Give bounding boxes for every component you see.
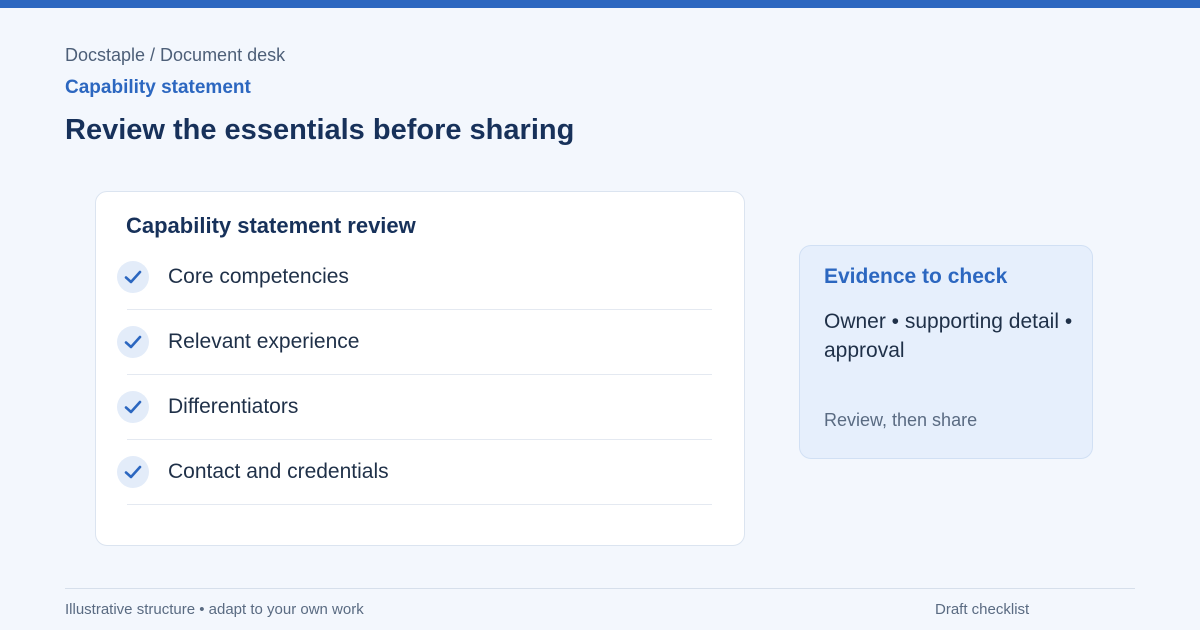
footer-divider — [65, 588, 1135, 589]
row-divider — [127, 504, 712, 505]
page: Docstaple / Document desk Capability sta… — [0, 0, 1200, 630]
evidence-card-note: Review, then share — [824, 410, 978, 430]
checklist-item-relevant-experience[interactable]: Relevant experience — [96, 257, 746, 375]
page-title: Review the essentials before sharing — [65, 114, 575, 146]
checklist-item-label: Contact and credentials — [168, 460, 389, 483]
evidence-card-title: Evidence to check — [824, 265, 1008, 288]
checkmark-icon — [117, 456, 149, 488]
footer-status: Draft checklist — [935, 601, 1030, 618]
top-accent-bar — [0, 0, 1200, 8]
section-label: Capability statement — [65, 77, 251, 98]
evidence-card-body: Owner • supporting detail • approval — [824, 310, 1073, 362]
footer-disclaimer: Illustrative structure • adapt to your o… — [65, 601, 364, 618]
breadcrumb: Docstaple / Document desk — [65, 45, 286, 65]
checklist-item-contact-and-credentials[interactable]: Contact and credentials — [96, 387, 746, 505]
review-checklist-card: Capability statement review Core compete… — [95, 191, 745, 546]
checklist-item-core-competencies[interactable]: Core competencies — [96, 192, 746, 310]
evidence-card: Evidence to check Owner • supporting det… — [799, 245, 1093, 459]
checklist-item-differentiators[interactable]: Differentiators — [96, 322, 746, 440]
